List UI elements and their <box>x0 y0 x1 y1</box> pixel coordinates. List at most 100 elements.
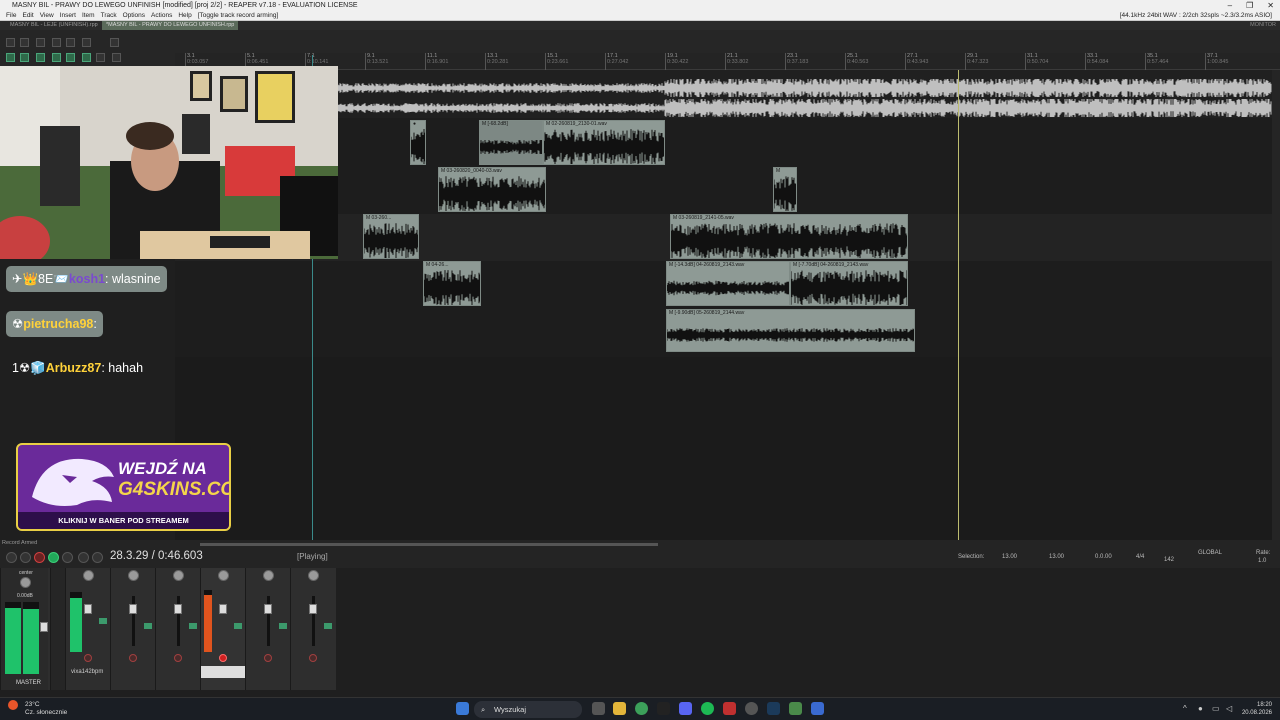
record-arm-button[interactable] <box>84 654 92 662</box>
pan-knob[interactable] <box>20 577 31 588</box>
audio-format-info[interactable]: [44.1kHz 24bit WAV : 2/2ch 32spls ~2.3/3… <box>1120 11 1272 21</box>
volume-fader[interactable] <box>309 604 317 614</box>
media-item[interactable]: M 04-26... <box>423 261 481 306</box>
minimize-icon[interactable]: – <box>1228 0 1232 11</box>
play-icon[interactable] <box>48 552 59 563</box>
skip-back-icon[interactable] <box>6 552 17 563</box>
media-item[interactable]: M 03-260820_0040-03.wav <box>438 167 546 212</box>
menu-options[interactable]: Options <box>123 11 145 21</box>
snap-toggle-icon[interactable] <box>20 53 29 62</box>
microphone-icon[interactable]: ● <box>1198 704 1203 713</box>
network-icon[interactable]: ▭ <box>1212 704 1220 713</box>
fx-button[interactable] <box>279 623 287 629</box>
menu-actions[interactable]: Actions <box>151 11 172 21</box>
media-item[interactable]: M [-14.3dB] 04-260819_2143.wav <box>666 261 790 306</box>
global-label[interactable]: GLOBAL <box>1198 550 1222 556</box>
app-icon[interactable] <box>811 702 824 715</box>
rate-value[interactable]: 1.0 <box>1258 558 1266 564</box>
master-fader[interactable] <box>40 622 48 632</box>
tray-chevron-icon[interactable]: ^ <box>1183 704 1187 713</box>
menu-view[interactable]: View <box>40 11 54 21</box>
taskbar-clock[interactable]: 18:20 20.08.2026 <box>1242 701 1272 717</box>
steam-icon[interactable] <box>767 702 780 715</box>
fx-button[interactable] <box>234 623 242 629</box>
task-view-icon[interactable] <box>592 702 605 715</box>
media-item[interactable]: M [-7.70dB] 04-260819_2143.wav <box>790 261 908 306</box>
open-project-icon[interactable] <box>20 38 29 47</box>
volume-fader[interactable] <box>264 604 272 614</box>
undo-icon[interactable] <box>66 38 75 47</box>
fx-button[interactable] <box>189 623 197 629</box>
tidal-icon[interactable] <box>657 702 670 715</box>
windows-start-icon[interactable] <box>456 702 469 715</box>
stop-icon[interactable] <box>20 552 31 563</box>
project-tab[interactable]: MASNY BIL - LEJE (UNFINISH).rpp <box>6 21 102 30</box>
volume-fader[interactable] <box>84 604 92 614</box>
horizontal-scrollbar[interactable]: Record Armed <box>0 540 1280 548</box>
media-item[interactable]: M [-9.90dB] 05-260819_2144.wav <box>666 309 915 352</box>
project-tab-active[interactable]: *MASNY BIL - PRAWY DO LEWEGO UNFINISH.rp… <box>102 21 239 30</box>
taskbar-search[interactable]: ⌕ Wyszukaj <box>474 701 582 718</box>
pan-knob[interactable] <box>308 570 319 581</box>
volume-fader[interactable] <box>129 604 137 614</box>
metronome-icon[interactable] <box>110 38 119 47</box>
record-arm-button[interactable] <box>129 654 137 662</box>
menu-track[interactable]: Track <box>101 11 117 21</box>
pan-knob[interactable] <box>218 570 229 581</box>
auto-crossfade-icon[interactable] <box>66 53 75 62</box>
media-item[interactable]: M [-68.2dB] <box>479 120 543 165</box>
reaper-icon[interactable] <box>789 702 802 715</box>
obs-icon[interactable] <box>745 702 758 715</box>
loop-icon[interactable] <box>82 53 91 62</box>
antivirus-icon[interactable] <box>723 702 736 715</box>
menu-help[interactable]: Help <box>178 11 191 21</box>
settings-icon[interactable] <box>52 38 61 47</box>
selection-length[interactable]: 0.0.00 <box>1095 554 1112 560</box>
volume-fader[interactable] <box>174 604 182 614</box>
monitor-label[interactable]: MONITOR <box>1250 21 1276 30</box>
spotify-icon[interactable] <box>701 702 714 715</box>
ripple-edit-icon[interactable] <box>36 53 45 62</box>
track-lane-2[interactable] <box>175 118 1272 167</box>
menu-edit[interactable]: Edit <box>22 11 33 21</box>
track-name-box[interactable] <box>201 666 246 678</box>
maximize-icon[interactable]: ❐ <box>1246 0 1253 11</box>
lock-icon[interactable] <box>96 53 105 62</box>
media-item[interactable]: M <box>773 167 797 212</box>
pause-icon[interactable] <box>78 552 89 563</box>
sponsor-banner[interactable]: WEJDŹ NA G4SKINS.COM KLIKNIJ W BANER POD… <box>16 443 231 531</box>
media-item[interactable]: M 02-260819_2130-01.wav <box>543 120 665 165</box>
grid-toggle-icon[interactable] <box>6 53 15 62</box>
chrome-icon[interactable] <box>635 702 648 715</box>
weather-widget[interactable]: 23°C Cz. słonecznie <box>8 700 67 716</box>
media-item[interactable]: ● <box>410 120 426 165</box>
scroll-thumb[interactable] <box>200 543 658 546</box>
new-project-icon[interactable] <box>6 38 15 47</box>
repeat-icon[interactable] <box>62 552 73 563</box>
record-icon[interactable] <box>34 552 45 563</box>
pan-knob[interactable] <box>263 570 274 581</box>
media-item[interactable]: M 03-260... <box>363 214 419 259</box>
save-project-icon[interactable] <box>36 38 45 47</box>
arrange-view[interactable]: ● M [-68.2dB] M 02-260819_2130-01.wav M … <box>175 70 1272 540</box>
media-item-main-mix[interactable] <box>338 78 1272 118</box>
pan-knob[interactable] <box>128 570 139 581</box>
menu-item[interactable]: Item <box>82 11 95 21</box>
volume-fader[interactable] <box>219 604 227 614</box>
item-grouping-icon[interactable] <box>52 53 61 62</box>
redo-icon[interactable] <box>82 38 91 47</box>
menu-file[interactable]: File <box>6 11 16 21</box>
skip-forward-icon[interactable] <box>92 552 103 563</box>
fx-button[interactable] <box>99 618 107 624</box>
track-lane-3[interactable] <box>175 167 1272 214</box>
selection-end[interactable]: 13.00 <box>1049 554 1064 560</box>
media-item[interactable]: M 03-260819_2141-05.wav <box>670 214 908 259</box>
time-signature[interactable]: 4/4 <box>1136 554 1144 560</box>
pan-knob[interactable] <box>173 570 184 581</box>
record-arm-button[interactable] <box>219 654 227 662</box>
pan-knob[interactable] <box>83 570 94 581</box>
record-arm-button[interactable] <box>309 654 317 662</box>
selection-start[interactable]: 13.00 <box>1002 554 1017 560</box>
fx-button[interactable] <box>144 623 152 629</box>
fx-button[interactable] <box>324 623 332 629</box>
